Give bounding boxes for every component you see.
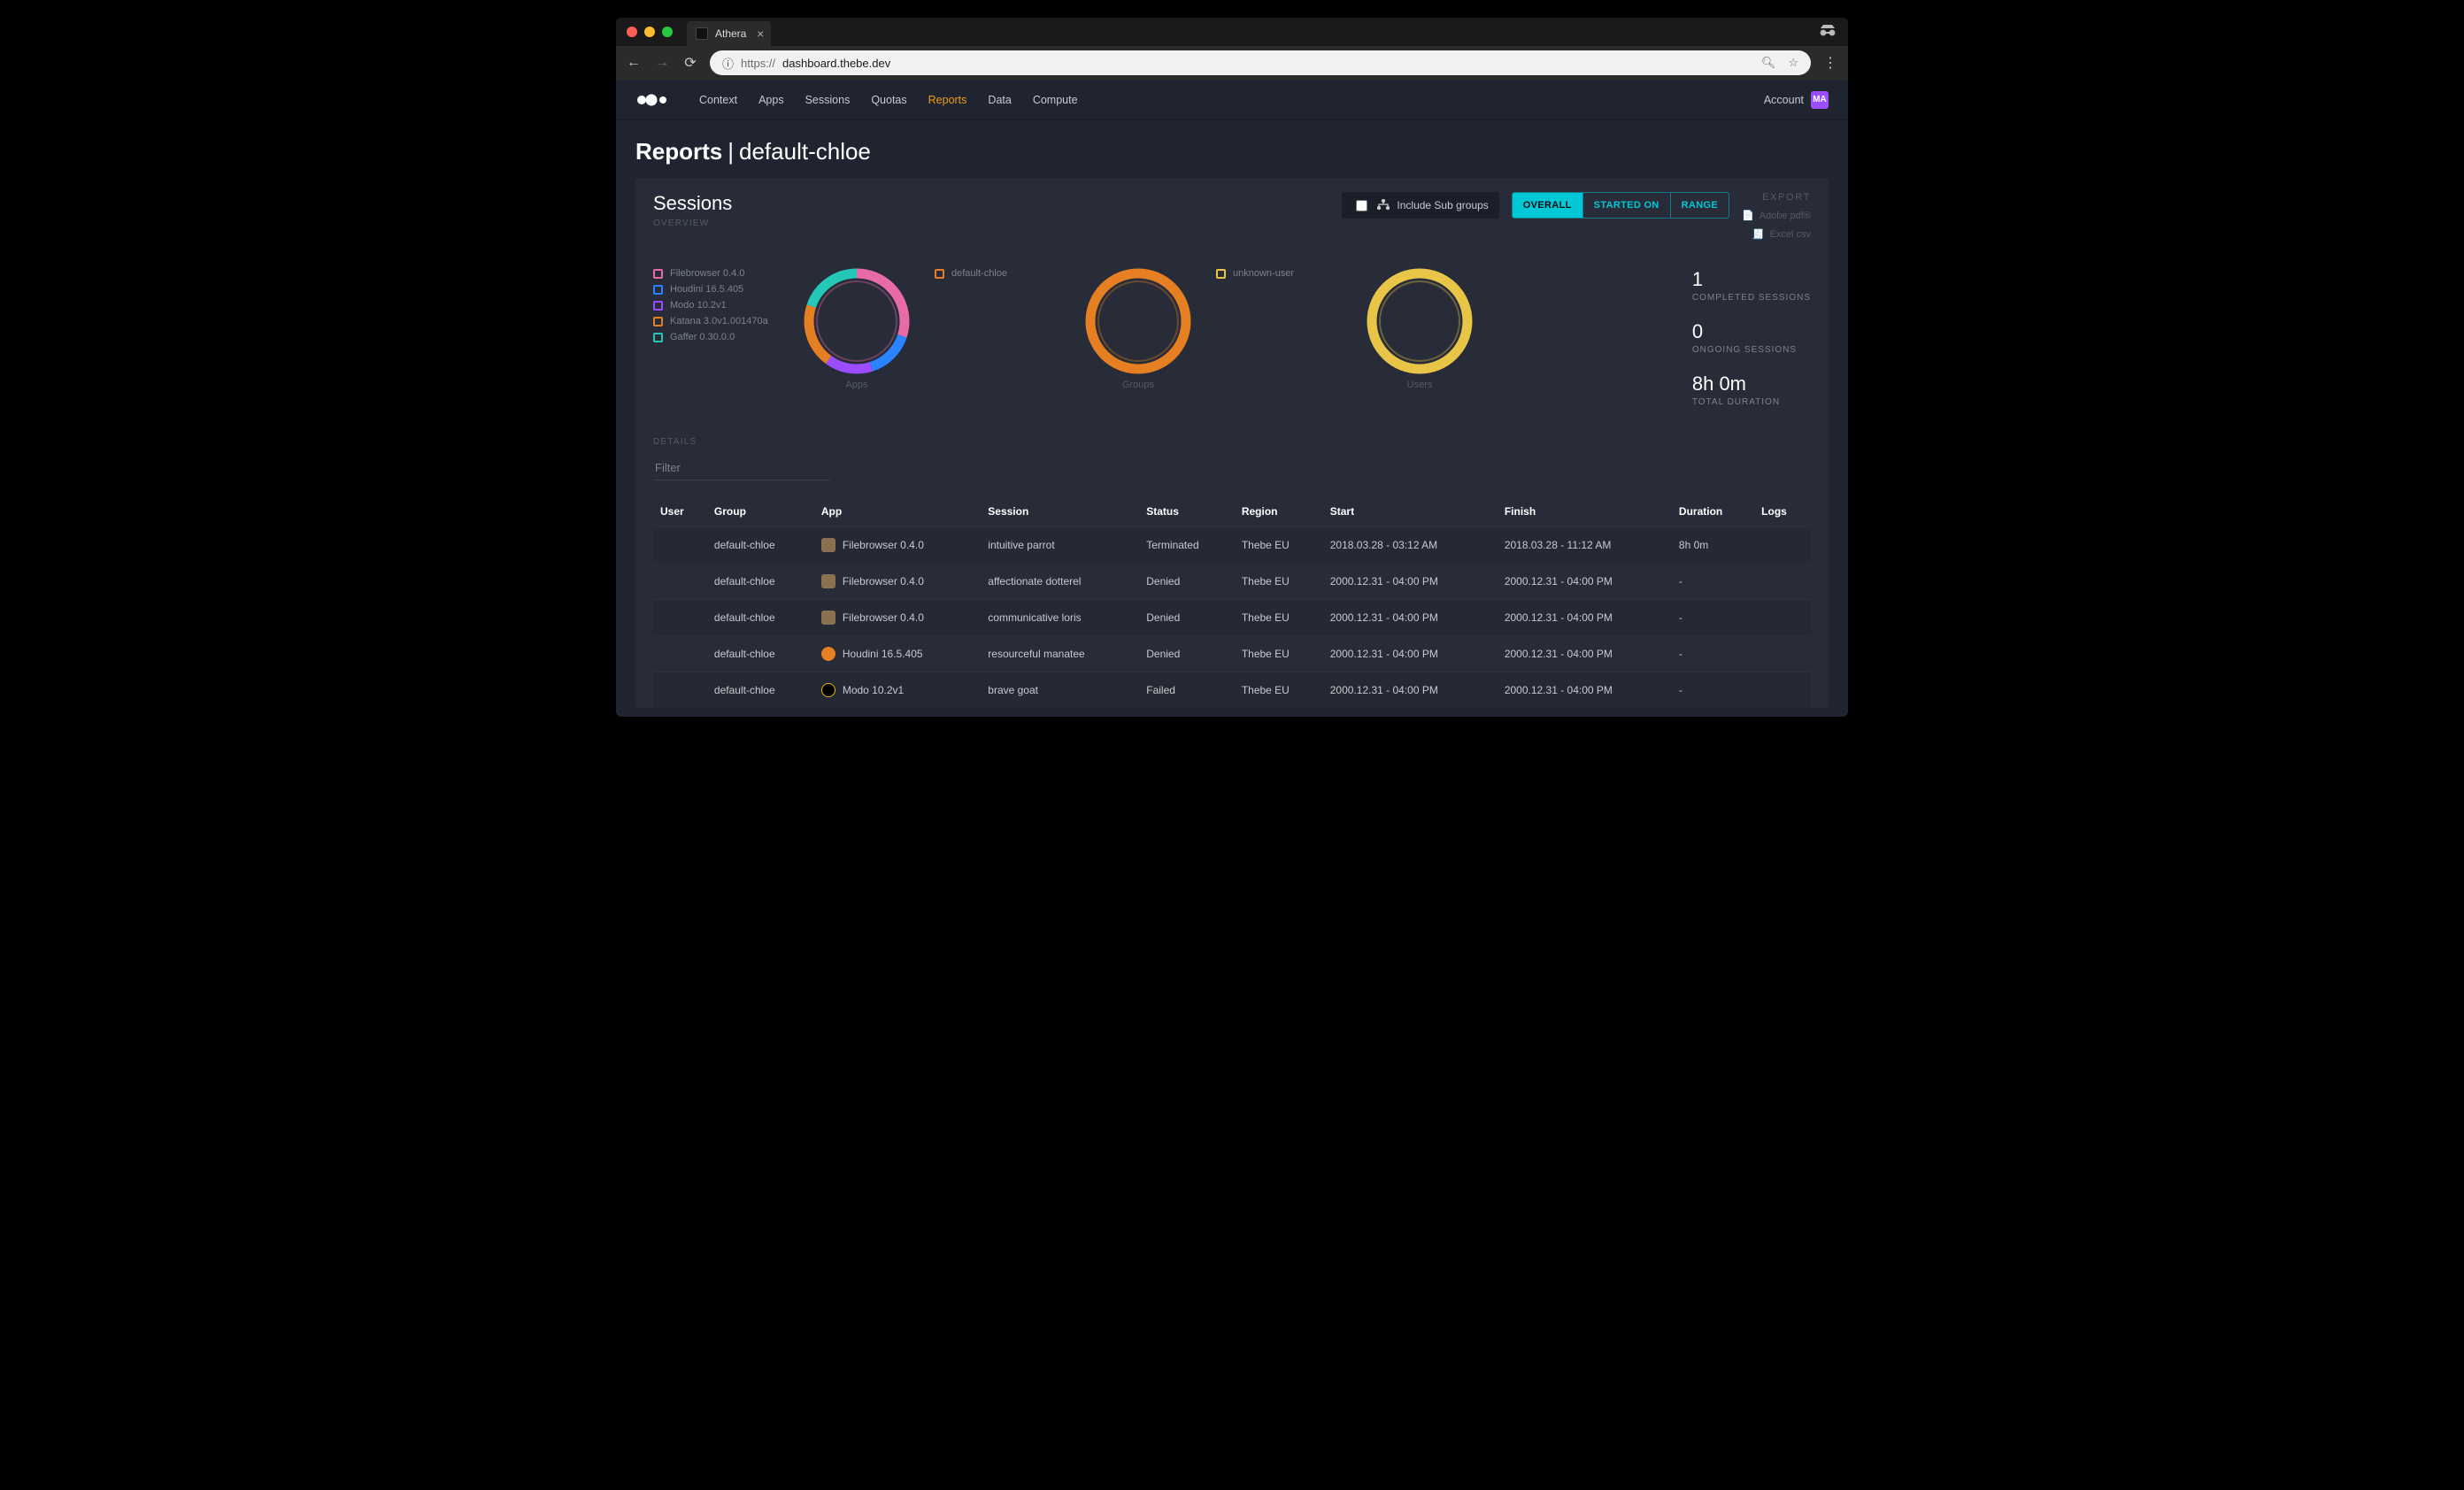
page-body: Context Apps Sessions Quotas Reports Data Comp…	[616, 80, 1848, 717]
top-nav: Context Apps Sessions Quotas Reports Data Comp…	[616, 80, 1848, 120]
donut-apps	[804, 268, 910, 374]
segment-range[interactable]: RANGE	[1670, 193, 1729, 218]
incognito-icon	[1818, 24, 1837, 41]
houdini-icon	[821, 647, 835, 661]
folder-icon	[821, 538, 835, 552]
account-label: Account	[1764, 94, 1804, 106]
url-prefix: https://	[741, 57, 775, 70]
csv-icon: 🧾	[1752, 228, 1765, 240]
page-title-scope: default-chloe	[739, 138, 871, 165]
export-pdf-button[interactable]: 📄 Adobe pdf®	[1742, 210, 1811, 221]
legend-item: default-chloe	[935, 268, 1067, 279]
legend-item: Filebrowser 0.4.0	[653, 268, 786, 279]
pdf-icon: 📄	[1742, 210, 1754, 221]
table-row[interactable]: default-chloeFilebrowser 0.4.0intuitive …	[653, 527, 1811, 564]
forward-button[interactable]: →	[653, 55, 671, 71]
col-group[interactable]: Group	[707, 496, 814, 527]
donut-groups	[1085, 268, 1191, 374]
chart-groups: default-chloeGroups	[935, 268, 1191, 390]
minimize-window-icon[interactable]	[644, 27, 655, 37]
legend-item: Katana 3.0v1.001470a	[653, 316, 786, 326]
folder-icon	[821, 574, 835, 588]
col-user[interactable]: User	[653, 496, 707, 527]
search-icon[interactable]: 🔍︎	[1761, 56, 1776, 70]
export-csv-button[interactable]: 🧾 Excel csv	[1752, 228, 1811, 240]
nav-context[interactable]: Context	[699, 94, 737, 106]
chart-users: unknown-userUsers	[1216, 268, 1473, 390]
col-logs[interactable]: Logs	[1754, 496, 1811, 527]
nav-sessions[interactable]: Sessions	[805, 94, 851, 106]
col-finish[interactable]: Finish	[1498, 496, 1672, 527]
folder-icon	[821, 611, 835, 625]
table-row[interactable]: default-chloeFilebrowser 0.4.0communicat…	[653, 600, 1811, 636]
browser-toolbar: ← → ⟳ ⓘ https:// dashboard.thebe.dev 🔍︎ ☆…	[616, 46, 1848, 80]
maximize-window-icon[interactable]	[662, 27, 673, 37]
star-icon[interactable]: ☆	[1788, 56, 1798, 70]
include-subgroups-checkbox[interactable]	[1356, 200, 1367, 211]
col-app[interactable]: App	[814, 496, 981, 527]
tab-favicon	[696, 27, 708, 40]
back-button[interactable]: ←	[625, 55, 643, 71]
col-duration[interactable]: Duration	[1672, 496, 1754, 527]
nav-compute[interactable]: Compute	[1033, 94, 1078, 106]
browser-tab[interactable]: Athera ×	[687, 21, 771, 46]
sessions-panel: Sessions OVERVIEW Include Sub groups OVE…	[635, 178, 1829, 708]
browser-window: Athera × ← → ⟳ ⓘ https:// dashboard.thebe…	[616, 18, 1848, 717]
include-subgroups-label: Include Sub groups	[1397, 199, 1488, 211]
export-heading: EXPORT	[1762, 192, 1811, 203]
panel-subhead: OVERVIEW	[653, 219, 732, 228]
close-window-icon[interactable]	[627, 27, 637, 37]
legend-item: Gaffer 0.30.0.0	[653, 332, 786, 342]
avatar: MA	[1811, 91, 1829, 109]
table-row[interactable]: default-chloeFilebrowser 0.4.0affectiona…	[653, 564, 1811, 600]
sessions-table: UserGroupAppSessionStatusRegionStartFini…	[653, 496, 1811, 708]
stat-completed: 1COMPLETED SESSIONS	[1692, 268, 1811, 303]
account-menu[interactable]: Account MA	[1764, 91, 1829, 109]
tab-title: Athera	[715, 27, 746, 40]
panel-title: Sessions	[653, 192, 732, 215]
table-row[interactable]: default-chloeHoudini 16.5.405resourceful…	[653, 636, 1811, 672]
nav-reports[interactable]: Reports	[928, 94, 967, 106]
col-status[interactable]: Status	[1139, 496, 1235, 527]
brand-logo[interactable]	[635, 91, 671, 109]
window-titlebar: Athera ×	[616, 18, 1848, 46]
hierarchy-icon	[1377, 199, 1390, 212]
donut-users	[1367, 268, 1473, 374]
export-block: EXPORT 📄 Adobe pdf® 🧾 Excel csv	[1742, 192, 1811, 240]
legend-item: Modo 10.2v1	[653, 300, 786, 311]
col-session[interactable]: Session	[981, 496, 1139, 527]
chart-apps: Filebrowser 0.4.0 Houdini 16.5.405 Modo 10…	[653, 268, 910, 390]
kebab-menu-icon[interactable]: ⋮	[1821, 54, 1839, 72]
range-segment: OVERALLSTARTED ONRANGE	[1512, 192, 1729, 219]
filter-input[interactable]	[653, 456, 830, 480]
nav-quotas[interactable]: Quotas	[871, 94, 906, 106]
modo-icon	[821, 683, 835, 697]
window-controls	[627, 27, 673, 37]
url-host: dashboard.thebe.dev	[782, 57, 890, 70]
table-row[interactable]: default-chloeModo 10.2v1brave goatFailed…	[653, 672, 1811, 709]
col-region[interactable]: Region	[1235, 496, 1323, 527]
segment-overall[interactable]: OVERALL	[1513, 193, 1582, 218]
nav-data[interactable]: Data	[988, 94, 1011, 106]
stat-ongoing: 0ONGOING SESSIONS	[1692, 320, 1811, 355]
details-subhead: DETAILS	[653, 437, 1811, 447]
col-start[interactable]: Start	[1323, 496, 1498, 527]
stat-duration: 8h 0mTOTAL DURATION	[1692, 372, 1811, 407]
legend-item: Houdini 16.5.405	[653, 284, 786, 295]
include-subgroups-toggle[interactable]: Include Sub groups	[1342, 192, 1498, 219]
reload-button[interactable]: ⟳	[681, 54, 699, 72]
legend-item: unknown-user	[1216, 268, 1349, 279]
nav-apps[interactable]: Apps	[758, 94, 784, 106]
close-tab-icon[interactable]: ×	[757, 27, 764, 41]
segment-started-on[interactable]: STARTED ON	[1582, 193, 1670, 218]
page-title-main: Reports	[635, 138, 722, 165]
info-icon: ⓘ	[722, 55, 734, 72]
url-bar[interactable]: ⓘ https:// dashboard.thebe.dev 🔍︎ ☆	[710, 50, 1811, 75]
page-title: Reports | default-chloe	[616, 120, 1848, 178]
